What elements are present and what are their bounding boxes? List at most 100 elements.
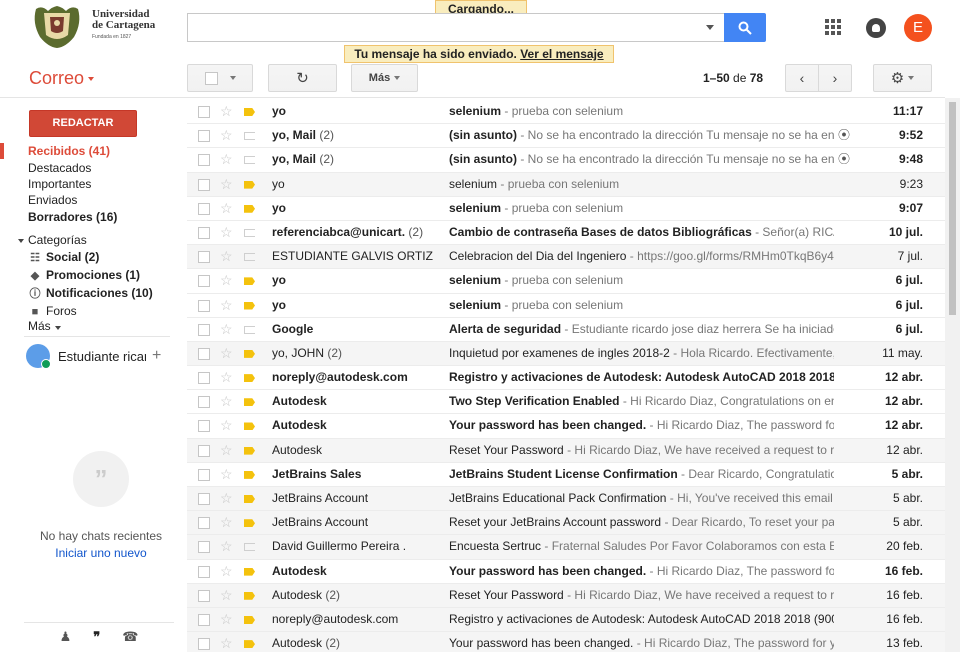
importance-marker-icon[interactable] xyxy=(244,422,255,431)
sidebar-item-forums[interactable]: ■ Foros xyxy=(0,303,180,319)
importance-marker-icon[interactable] xyxy=(244,228,255,237)
message-checkbox[interactable] xyxy=(198,251,210,264)
star-icon[interactable]: ☆ xyxy=(220,608,233,631)
message-row[interactable]: ☆ yo selenium - prueba con selenium 11:17 xyxy=(187,100,945,125)
sidebar-item-starred[interactable]: Destacados xyxy=(0,160,180,176)
star-icon[interactable]: ☆ xyxy=(220,584,233,607)
star-icon[interactable]: ☆ xyxy=(220,221,233,244)
hangouts-icon[interactable]: ❞ xyxy=(93,629,100,645)
star-icon[interactable]: ☆ xyxy=(220,100,233,123)
mail-app-switcher[interactable]: Correo xyxy=(29,68,95,88)
message-checkbox[interactable] xyxy=(198,202,210,215)
star-icon[interactable]: ☆ xyxy=(220,632,233,652)
message-checkbox[interactable] xyxy=(198,613,210,626)
search-options-caret-icon[interactable] xyxy=(706,25,714,30)
sidebar-item-drafts[interactable]: Borradores (16) xyxy=(0,209,180,225)
importance-marker-icon[interactable] xyxy=(244,519,255,528)
importance-marker-icon[interactable] xyxy=(244,277,255,286)
message-row[interactable]: ☆ yo selenium - prueba con selenium 6 jul. xyxy=(187,269,945,294)
importance-marker-icon[interactable] xyxy=(244,301,255,310)
message-row[interactable]: ☆ JetBrains Account Reset your JetBrains A… xyxy=(187,511,945,536)
message-checkbox[interactable] xyxy=(198,178,210,191)
importance-marker-icon[interactable] xyxy=(244,591,255,600)
message-row[interactable]: ☆ ESTUDIANTE GALVIS ORTIZ . Celebracion de… xyxy=(187,245,945,270)
message-row[interactable]: ☆ yo, JOHN (2) Inquietud por examenes de i… xyxy=(187,341,945,367)
message-row[interactable]: ☆ yo, Mail (2) (sin asunto) - No se ha enc… xyxy=(187,148,945,173)
account-avatar[interactable]: E xyxy=(904,14,932,42)
select-all-checkbox[interactable] xyxy=(204,71,218,85)
sidebar-item-categories[interactable]: Categorías xyxy=(0,232,180,248)
importance-marker-icon[interactable] xyxy=(244,374,255,383)
message-checkbox[interactable] xyxy=(198,299,210,312)
importance-marker-icon[interactable] xyxy=(244,640,255,649)
start-chat-link[interactable]: Iniciar uno nuevo xyxy=(25,546,177,560)
importance-marker-icon[interactable] xyxy=(244,470,255,479)
university-logo[interactable]: Universidad de Cartagena Fundada en 1827 xyxy=(28,2,164,50)
message-row[interactable]: ☆ referenciabca@unicart. (2) Cambio de con… xyxy=(187,220,945,246)
importance-marker-icon[interactable] xyxy=(244,446,255,455)
search-button[interactable] xyxy=(724,13,766,42)
star-icon[interactable]: ☆ xyxy=(220,173,233,196)
sidebar-item-inbox[interactable]: Recibidos (41) xyxy=(0,143,180,159)
compose-button[interactable]: REDACTAR xyxy=(29,110,137,137)
message-checkbox[interactable] xyxy=(198,275,210,288)
select-dropdown-button[interactable] xyxy=(187,64,253,92)
message-row[interactable]: ☆ Autodesk Reset Your Password - Hi Ricard… xyxy=(187,438,945,463)
message-checkbox[interactable] xyxy=(198,347,210,360)
phone-icon[interactable]: ☎ xyxy=(122,629,138,645)
message-checkbox[interactable] xyxy=(198,517,210,530)
importance-marker-icon[interactable] xyxy=(244,253,255,262)
message-checkbox[interactable] xyxy=(198,565,210,578)
star-icon[interactable]: ☆ xyxy=(220,148,233,171)
message-row[interactable]: ☆ Autodesk (2) Your password has been chan… xyxy=(187,632,945,652)
message-checkbox[interactable] xyxy=(198,541,210,554)
scrollbar[interactable] xyxy=(945,98,960,652)
star-icon[interactable]: ☆ xyxy=(220,318,233,341)
importance-marker-icon[interactable] xyxy=(244,204,255,213)
sidebar-item-notifications[interactable]: ⓘ Notificaciones (10) xyxy=(0,285,180,301)
view-message-link[interactable]: Ver el mensaje xyxy=(520,47,603,61)
contacts-icon[interactable]: ♟ xyxy=(60,629,72,645)
star-icon[interactable]: ☆ xyxy=(220,487,233,510)
message-checkbox[interactable] xyxy=(198,493,210,505)
message-row[interactable]: ☆ Autodesk Your password has been changed.… xyxy=(187,559,945,584)
message-row[interactable]: ☆ David Guillermo Pereira . Encuesta Sertr… xyxy=(187,535,945,560)
plus-icon[interactable]: + xyxy=(152,347,161,365)
message-checkbox[interactable] xyxy=(198,226,210,239)
importance-marker-icon[interactable] xyxy=(244,543,255,552)
apps-grid-icon[interactable] xyxy=(825,19,841,35)
settings-button[interactable]: ⚙ xyxy=(873,64,932,92)
message-row[interactable]: ☆ yo selenium - prueba con selenium 9:23 xyxy=(187,172,945,197)
previous-page-button[interactable]: ‹ xyxy=(785,64,819,92)
message-row[interactable]: ☆ JetBrains Sales JetBrains Student Licens… xyxy=(187,462,945,487)
importance-marker-icon[interactable] xyxy=(244,615,255,624)
message-row[interactable]: ☆ yo selenium - prueba con selenium 6 jul. xyxy=(187,293,945,318)
importance-marker-icon[interactable] xyxy=(244,108,255,116)
message-checkbox[interactable] xyxy=(198,372,210,385)
star-icon[interactable]: ☆ xyxy=(220,269,233,292)
message-checkbox[interactable] xyxy=(198,420,210,433)
message-checkbox[interactable] xyxy=(198,106,210,118)
message-checkbox[interactable] xyxy=(198,468,210,481)
message-checkbox[interactable] xyxy=(198,323,210,336)
star-icon[interactable]: ☆ xyxy=(220,439,233,462)
search-input[interactable] xyxy=(188,14,688,41)
sidebar-item-important[interactable]: Importantes xyxy=(0,176,180,192)
message-row[interactable]: ☆ yo selenium - prueba con selenium 9:07 xyxy=(187,196,945,221)
star-icon[interactable]: ☆ xyxy=(220,511,233,534)
star-icon[interactable]: ☆ xyxy=(220,390,233,413)
message-row[interactable]: ☆ JetBrains Account JetBrains Educational … xyxy=(187,487,945,512)
message-checkbox[interactable] xyxy=(198,154,210,167)
message-row[interactable]: ☆ Autodesk (2) Reset Your Password - Hi Ri… xyxy=(187,583,945,608)
message-row[interactable]: ☆ noreply@autodesk.com Registro y activaci… xyxy=(187,607,945,633)
star-icon[interactable]: ☆ xyxy=(220,197,233,220)
importance-marker-icon[interactable] xyxy=(244,132,255,141)
message-row[interactable]: ☆ Autodesk Your password has been changed.… xyxy=(187,414,945,439)
more-actions-button[interactable]: Más xyxy=(351,64,418,92)
message-row[interactable]: ☆ noreply@autodesk.com Registro y activaci… xyxy=(187,366,945,391)
star-icon[interactable]: ☆ xyxy=(220,535,233,558)
message-checkbox[interactable] xyxy=(198,396,210,409)
scrollbar-thumb[interactable] xyxy=(949,102,956,315)
importance-marker-icon[interactable] xyxy=(244,325,255,334)
star-icon[interactable]: ☆ xyxy=(220,294,233,317)
